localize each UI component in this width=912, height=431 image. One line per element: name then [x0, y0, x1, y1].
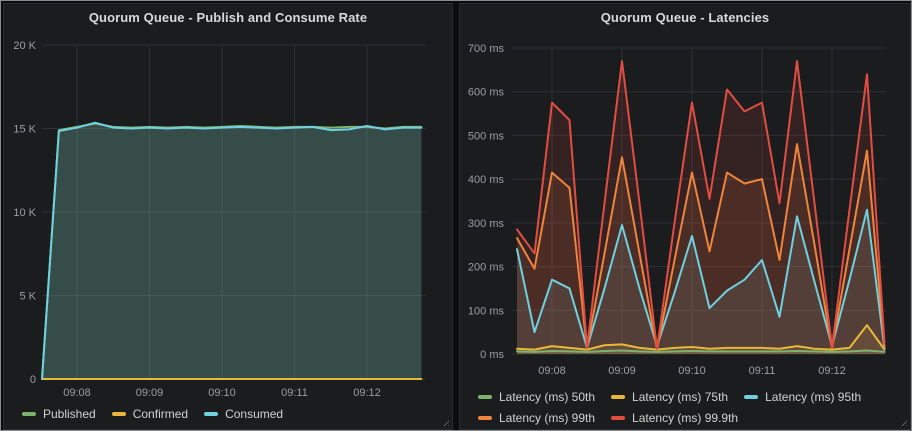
x-tick-label: 09:10 — [208, 387, 236, 399]
x-tick-label: 09:09 — [608, 365, 636, 377]
panel-publish-consume-rate: Quorum Queue - Publish and Consume Rate … — [3, 3, 453, 430]
y-tick-label: 100 ms — [468, 305, 505, 317]
y-tick-label: 300 ms — [468, 218, 505, 230]
x-tick-label: 09:12 — [818, 365, 846, 377]
y-tick-label: 20 K — [13, 40, 36, 52]
legend-label: Consumed — [225, 407, 283, 421]
legend-item-confirmed[interactable]: Confirmed — [112, 405, 188, 423]
x-tick-label: 09:08 — [538, 365, 566, 377]
legend-swatch — [478, 416, 492, 420]
legend-swatch — [112, 412, 126, 416]
legend: Latency (ms) 50th Latency (ms) 75th Latenc… — [478, 388, 904, 427]
x-tick-label: 09:09 — [136, 387, 164, 399]
y-tick-label: 200 ms — [468, 262, 505, 274]
y-tick-label: 600 ms — [468, 87, 505, 99]
legend-swatch — [204, 412, 218, 416]
legend-item-latency-ms-50th[interactable]: Latency (ms) 50th — [478, 388, 595, 406]
legend-label: Latency (ms) 99.9th — [632, 411, 738, 425]
legend-swatch — [744, 395, 758, 399]
legend-label: Latency (ms) 95th — [765, 390, 861, 404]
y-tick-label: 10 K — [13, 207, 36, 219]
legend-swatch — [611, 416, 625, 420]
legend-item-latency-ms-99-9th[interactable]: Latency (ms) 99.9th — [611, 409, 738, 427]
y-tick-label: 0 — [30, 374, 36, 386]
x-tick-label: 09:11 — [749, 365, 776, 377]
x-tick-label: 09:08 — [63, 387, 91, 399]
y-tick-label: 0 ms — [480, 349, 504, 361]
legend-item-latency-ms-75th[interactable]: Latency (ms) 75th — [611, 388, 728, 406]
legend-label: Latency (ms) 99th — [499, 411, 595, 425]
legend-swatch — [611, 395, 625, 399]
legend: Published Confirmed Consumed — [22, 405, 446, 423]
legend-swatch — [22, 412, 36, 416]
y-tick-label: 400 ms — [468, 174, 505, 186]
chart-canvas[interactable]: 0 ms 100 ms 200 ms 300 ms 400 ms 500 ms 600 ms… — [460, 4, 912, 431]
legend-item-latency-ms-95th[interactable]: Latency (ms) 95th — [744, 388, 861, 406]
legend-item-latency-ms-99th[interactable]: Latency (ms) 99th — [478, 409, 595, 427]
y-tick-label: 500 ms — [468, 130, 505, 142]
legend-label: Published — [43, 407, 96, 421]
y-tick-label: 15 K — [13, 124, 36, 136]
x-tick-label: 09:10 — [678, 365, 706, 377]
x-tick-label: 09:11 — [281, 387, 308, 399]
y-tick-label: 700 ms — [468, 43, 505, 55]
chart-canvas[interactable]: 0 5 K 10 K 15 K 20 K 09:08 09:09 09:10 09:11 09:1… — [4, 4, 454, 431]
legend-item-published[interactable]: Published — [22, 405, 96, 423]
y-tick-label: 5 K — [19, 291, 36, 303]
legend-item-consumed[interactable]: Consumed — [204, 405, 283, 423]
x-tick-label: 09:12 — [353, 387, 381, 399]
dashboard: { "chart_data": [ { "type": "area", "tit… — [0, 0, 912, 431]
series-area-consumed — [42, 123, 421, 379]
legend-label: Confirmed — [133, 407, 188, 421]
legend-swatch — [478, 395, 492, 399]
legend-label: Latency (ms) 75th — [632, 390, 728, 404]
legend-label: Latency (ms) 50th — [499, 390, 595, 404]
panel-latencies: Quorum Queue - Latencies 0 ms100 ms200 m… — [459, 3, 911, 430]
